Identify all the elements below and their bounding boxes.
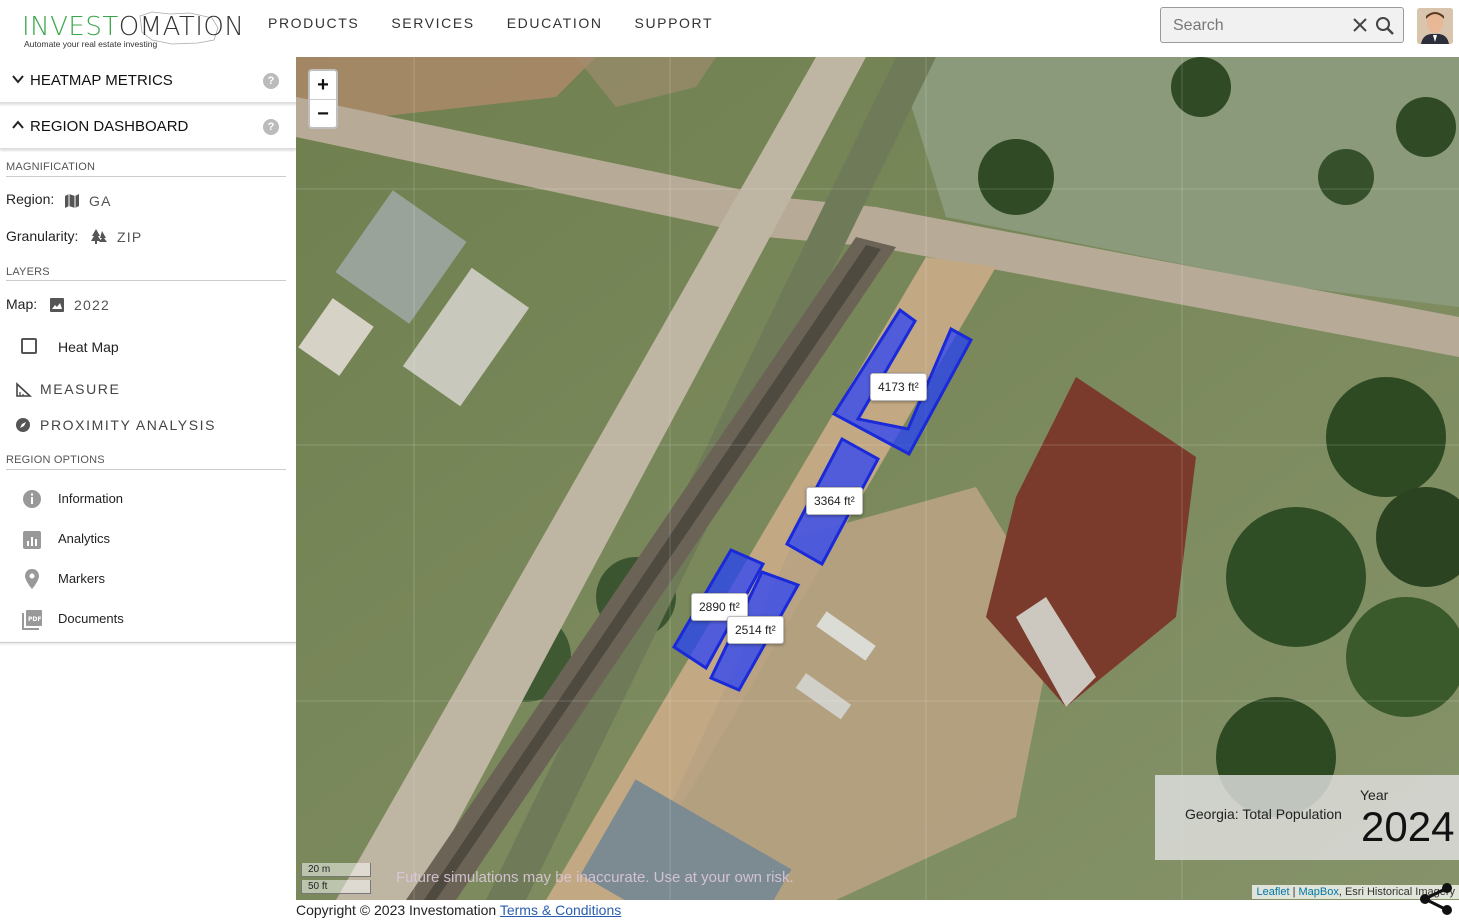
option-analytics[interactable]: Analytics	[58, 531, 110, 546]
map-icon	[65, 194, 79, 208]
scale-feet: 50 ft	[301, 880, 371, 894]
granularity-label: Granularity:	[6, 228, 79, 244]
investomation-logo[interactable]: INVESTOMATION Automate your real estate …	[22, 10, 244, 54]
scale-meters: 20 m	[301, 863, 371, 877]
logo-tagline: Automate your real estate investing	[24, 39, 158, 49]
image-icon	[50, 298, 64, 312]
region-dashboard-panel[interactable]: REGION DASHBOARD ?	[0, 103, 296, 149]
area-label: 4173 ft²	[870, 373, 927, 401]
leaflet-link[interactable]: Leaflet	[1256, 886, 1289, 898]
magnification-heading: MAGNIFICATION	[6, 161, 96, 173]
heat-map-checkbox[interactable]	[21, 338, 37, 354]
search-icon[interactable]	[1375, 16, 1395, 36]
search-box	[1160, 7, 1404, 43]
satellite-map[interactable]: 4173 ft² 3364 ft² 2890 ft² 2514 ft² + − …	[296, 57, 1459, 900]
measure-icon	[16, 382, 32, 397]
map-marker-icon	[25, 569, 39, 589]
user-avatar[interactable]	[1417, 8, 1453, 44]
measurement-polygons	[671, 307, 974, 692]
footer: Copyright © 2023 Investomation Terms & C…	[296, 902, 621, 918]
top-header: INVESTOMATION Automate your real estate …	[0, 0, 1459, 57]
region-label: Region:	[6, 191, 55, 207]
measure-tool[interactable]: MEASURE	[40, 381, 120, 397]
logo-wordmark: INVESTOMATION	[22, 12, 245, 42]
heat-map-label[interactable]: Heat Map	[58, 339, 119, 355]
granularity-value[interactable]: ZIP	[117, 229, 142, 245]
avatar-portrait-icon	[1417, 8, 1453, 44]
nav-services[interactable]: SERVICES	[391, 15, 474, 31]
year-value: 2024	[1361, 803, 1455, 850]
layers-heading: LAYERS	[6, 266, 50, 278]
heatmap-metrics-title: HEATMAP METRICS	[30, 72, 173, 89]
copyright-text: Copyright © 2023 Investomation	[296, 902, 497, 918]
divider	[6, 176, 286, 177]
map-label: Map:	[6, 296, 38, 312]
year-label: Year	[1360, 787, 1389, 803]
sidebar-divider	[0, 642, 296, 643]
region-dashboard-title: REGION DASHBOARD	[30, 118, 189, 135]
region-options-heading: REGION OPTIONS	[6, 454, 105, 466]
population-overlay: Georgia: Total Population Year 2024	[1155, 775, 1459, 860]
nav-support[interactable]: SUPPORT	[635, 15, 714, 31]
map-year-value[interactable]: 2022	[74, 297, 110, 313]
search-input[interactable]	[1171, 15, 1345, 37]
chevron-down-icon	[12, 75, 24, 84]
nav-education[interactable]: EDUCATION	[507, 15, 603, 31]
svg-text:PDF: PDF	[28, 616, 41, 623]
forest-icon	[91, 229, 107, 244]
nav-products[interactable]: PRODUCTS	[268, 15, 359, 31]
left-sidebar: HEATMAP METRICS ? REGION DASHBOARD ? MAG…	[0, 57, 296, 924]
option-markers[interactable]: Markers	[58, 571, 105, 586]
divider	[6, 469, 286, 470]
region-value[interactable]: GA	[89, 193, 112, 209]
chevron-up-icon	[12, 120, 24, 129]
zoom-in-button[interactable]: +	[310, 71, 336, 100]
option-documents[interactable]: Documents	[58, 611, 124, 626]
heatmap-metrics-panel[interactable]: HEATMAP METRICS ?	[0, 57, 296, 103]
help-icon[interactable]: ?	[263, 73, 279, 89]
area-label: 3364 ft²	[806, 487, 863, 515]
population-title: Georgia: Total Population	[1185, 806, 1342, 822]
simulation-warning: Future simulations may be inaccurate. Us…	[396, 869, 794, 886]
clear-search-icon[interactable]	[1351, 16, 1369, 34]
zoom-out-button[interactable]: −	[310, 100, 336, 128]
compass-icon	[16, 418, 30, 432]
mapbox-link[interactable]: MapBox	[1299, 886, 1339, 898]
option-information[interactable]: Information	[58, 491, 123, 506]
pdf-document-icon: PDF	[22, 610, 42, 630]
analytics-icon	[23, 531, 41, 549]
proximity-analysis-tool[interactable]: PROXIMITY ANALYSIS	[40, 417, 216, 433]
info-icon	[23, 490, 41, 508]
divider	[6, 280, 286, 281]
help-icon[interactable]: ?	[263, 119, 279, 135]
main-nav: PRODUCTS SERVICES EDUCATION SUPPORT	[268, 15, 713, 31]
zoom-control: + −	[308, 69, 338, 129]
share-icon[interactable]	[1418, 881, 1454, 917]
terms-link[interactable]: Terms & Conditions	[500, 902, 621, 918]
area-label: 2514 ft²	[727, 616, 784, 644]
